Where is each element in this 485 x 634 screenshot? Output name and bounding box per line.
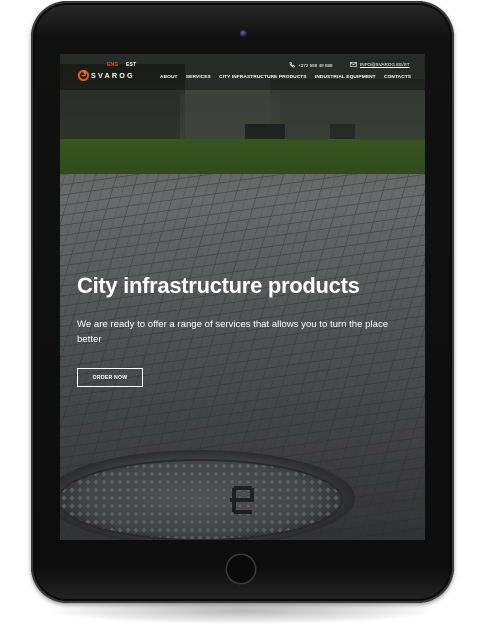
tablet-screen: ENG EST SVAROG +372 588 49 888 INFO@SVAR… (60, 54, 425, 540)
hero-subtitle: We are ready to offer a range of service… (77, 319, 389, 345)
hero-title: City infrastructure products (77, 273, 360, 298)
home-button[interactable] (227, 555, 255, 583)
front-camera (240, 30, 247, 37)
email-contact[interactable]: INFO@SVAROG.EE/ST (350, 62, 410, 67)
email-address: INFO@SVAROG.EE/ST (360, 62, 410, 67)
phone-contact[interactable]: +372 588 49 888 (289, 62, 333, 68)
order-now-button[interactable]: ORDER NOW (77, 368, 143, 387)
nav-about[interactable]: ABOUT (160, 75, 178, 80)
language-est-link[interactable]: EST (126, 62, 136, 68)
language-eng-link[interactable]: ENG (107, 62, 118, 68)
main-navigation: ABOUT SERVICES CITY INFRASTRUCTURE PRODU… (160, 75, 411, 80)
phone-icon (289, 62, 295, 68)
email-icon (350, 62, 357, 67)
nav-industrial-equipment[interactable]: INDUSTRIAL EQUIPMENT (315, 75, 376, 80)
phone-number: +372 588 49 888 (298, 62, 333, 68)
logo-wordmark: SVAROG (91, 70, 135, 80)
svarog-flame-logo-icon (78, 69, 89, 81)
site-logo[interactable]: SVAROG (78, 69, 135, 81)
proximity-sensor (241, 20, 245, 23)
nav-contacts[interactable]: CONTACTS (384, 75, 411, 80)
nav-city-infrastructure-products[interactable]: CITY INFRASTRUCTURE PRODUCTS (219, 75, 306, 80)
nav-services[interactable]: SERVICES (186, 75, 211, 80)
site-header: ENG EST SVAROG +372 588 49 888 INFO@SVAR… (60, 54, 425, 90)
